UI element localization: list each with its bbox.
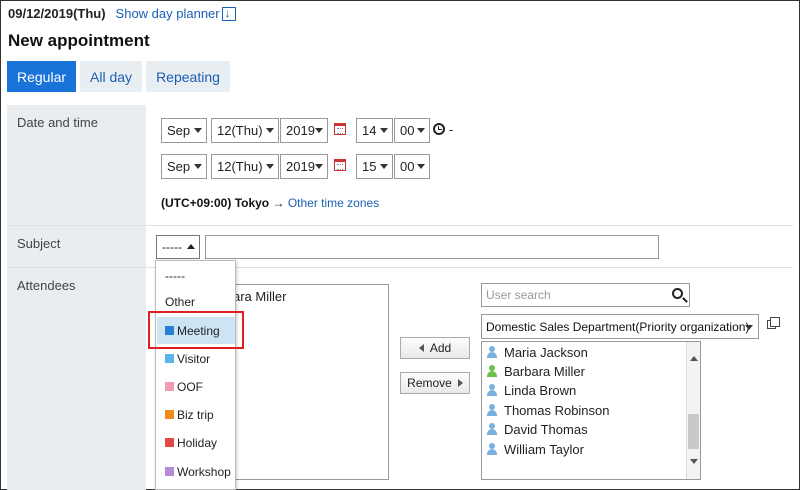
user-item[interactable]: Thomas Robinson — [486, 401, 610, 419]
page-title: New appointment — [8, 31, 150, 50]
start-month-select[interactable]: Sep — [161, 118, 207, 143]
attendee-item[interactable]: ara Miller — [233, 289, 286, 304]
users-list[interactable]: Maria Jackson Barbara Miller Linda Brown… — [481, 341, 701, 480]
user-icon — [486, 365, 498, 377]
highlight-annotation-box — [148, 311, 244, 349]
scrollbar-thumb[interactable] — [688, 414, 699, 449]
end-month-select[interactable]: Sep — [161, 154, 207, 179]
tab-repeating[interactable]: Repeating — [146, 61, 230, 92]
subject-option-holiday[interactable]: Holiday — [157, 429, 235, 456]
date-time-label: Date and time — [17, 115, 98, 130]
biz-trip-color-swatch — [165, 410, 174, 419]
attendees-label: Attendees — [17, 278, 76, 293]
attendees-label-cell: Attendees — [7, 268, 146, 490]
subject-option-biz-trip[interactable]: Biz trip — [157, 401, 235, 428]
subject-option-oof[interactable]: OOF — [157, 373, 235, 400]
start-year-select[interactable]: 2019 — [280, 118, 328, 143]
add-button[interactable]: Add — [400, 337, 470, 359]
visitor-color-swatch — [165, 354, 174, 363]
user-icon — [486, 423, 498, 435]
workshop-color-swatch — [165, 467, 174, 476]
arrow-right-icon — [457, 379, 463, 387]
start-day-select[interactable]: 12(Thu) — [211, 118, 279, 143]
user-icon — [486, 346, 498, 358]
user-item[interactable]: Linda Brown — [486, 381, 576, 399]
user-icon — [486, 404, 498, 416]
download-arrow-icon[interactable] — [221, 6, 236, 21]
end-day-select[interactable]: 12(Thu) — [211, 154, 279, 179]
start-minute-select[interactable]: 00 — [394, 118, 430, 143]
time-separator: - — [449, 122, 454, 137]
user-icon — [486, 443, 498, 455]
subject-option-none[interactable]: ----- — [157, 262, 235, 289]
oof-color-swatch — [165, 382, 174, 391]
user-item[interactable]: Barbara Miller — [486, 362, 585, 380]
user-search-input[interactable]: User search — [481, 283, 690, 307]
tab-regular[interactable]: Regular — [7, 61, 77, 92]
subject-option-visitor[interactable]: Visitor — [157, 345, 235, 372]
calendar-icon[interactable] — [334, 123, 346, 135]
date-time-label-cell: Date and time — [7, 105, 146, 225]
user-icon — [486, 384, 498, 396]
date-header: 09/12/2019(Thu) Show day planner — [8, 6, 236, 21]
open-window-icon[interactable] — [767, 317, 780, 329]
appointment-type-tabs: Regular All day Repeating — [7, 61, 234, 92]
end-year-select[interactable]: 2019 — [280, 154, 328, 179]
subject-option-workshop[interactable]: Workshop — [157, 458, 235, 485]
subject-type-select[interactable]: ----- — [156, 235, 200, 259]
end-hour-select[interactable]: 15 — [356, 154, 393, 179]
user-item[interactable]: Maria Jackson — [486, 343, 588, 361]
department-select[interactable]: Domestic Sales Department(Priority organ… — [481, 314, 759, 339]
remove-button[interactable]: Remove — [400, 372, 470, 394]
users-list-scrollbar[interactable] — [686, 342, 700, 479]
end-minute-select[interactable]: 00 — [394, 154, 430, 179]
arrow-right-icon: → — [272, 196, 285, 210]
user-item[interactable]: William Taylor — [486, 440, 584, 458]
timezone-value: (UTC+09:00) Tokyo — [161, 196, 270, 210]
clock-icon[interactable] — [433, 123, 445, 135]
holiday-color-swatch — [165, 438, 174, 447]
user-item[interactable]: David Thomas — [486, 420, 588, 438]
subject-label-cell: Subject — [7, 226, 146, 267]
subject-label: Subject — [17, 236, 61, 251]
current-date: 09/12/2019(Thu) — [8, 6, 106, 21]
subject-input[interactable] — [205, 235, 659, 259]
arrow-left-icon — [418, 344, 424, 352]
other-time-zones-link[interactable]: Other time zones — [288, 196, 379, 210]
search-icon[interactable] — [672, 288, 683, 299]
timezone-line: (UTC+09:00) Tokyo → Other time zones — [161, 196, 379, 210]
show-day-planner-link[interactable]: Show day planner — [116, 6, 220, 21]
tab-all-day[interactable]: All day — [80, 61, 143, 92]
start-hour-select[interactable]: 14 — [356, 118, 393, 143]
subject-type-dropdown: ----- Other Meeting Visitor OOF Biz trip… — [155, 260, 236, 490]
scroll-down-icon[interactable] — [690, 459, 698, 464]
calendar-icon[interactable] — [334, 159, 346, 171]
scroll-up-icon[interactable] — [690, 356, 698, 361]
